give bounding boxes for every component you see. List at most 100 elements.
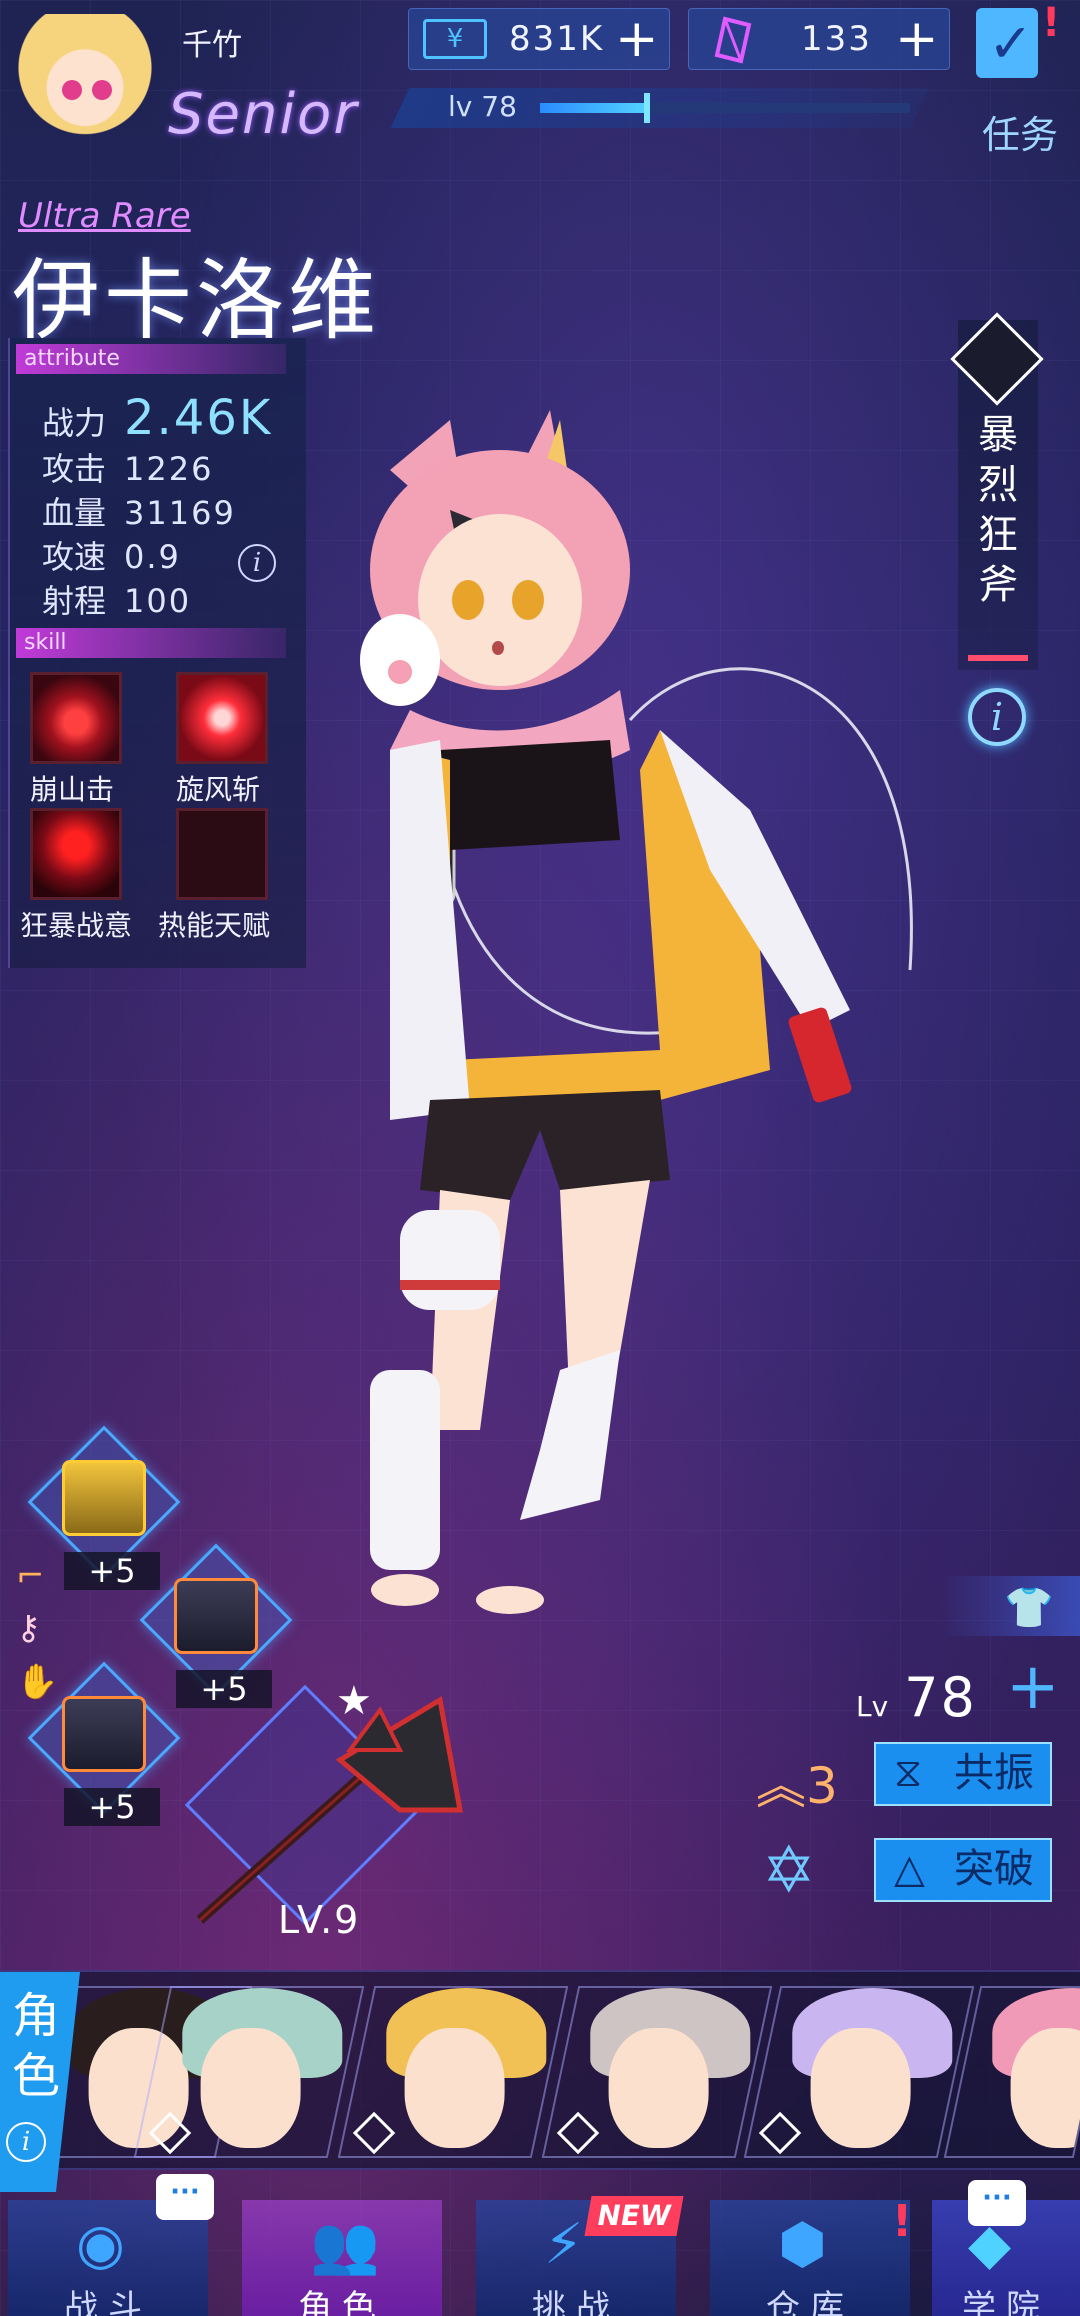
- star-count: 3: [806, 1757, 838, 1815]
- axe-icon: [196, 1695, 463, 1924]
- chat-bubble-icon: ···: [968, 2180, 1026, 2226]
- player-rank: Senior: [168, 82, 359, 147]
- skill-icon: [176, 808, 268, 900]
- skill-item[interactable]: 崩山击: [30, 672, 126, 808]
- crystal-icon: [714, 16, 752, 64]
- character-illustration: [360, 410, 913, 1614]
- skill-label: 热能天赋: [158, 909, 271, 942]
- add-gold-button[interactable]: +: [615, 11, 659, 67]
- roster-portrait[interactable]: [541, 1986, 773, 2158]
- power-value: 2.46K: [124, 390, 273, 446]
- skill-icon: [176, 672, 268, 764]
- boots-icon: ⌐: [16, 1556, 45, 1596]
- triangle-icon: △: [894, 1846, 925, 1892]
- chat-bubble-icon: ···: [156, 2174, 214, 2220]
- new-badge: NEW: [584, 2196, 684, 2236]
- star-rank: ︽3: [756, 1746, 838, 1818]
- shirt-icon: 👕: [1004, 1585, 1054, 1631]
- skill-label: 狂暴战意: [20, 909, 133, 942]
- attr-value: 31169: [124, 494, 236, 532]
- attack-row: 攻击 1226: [42, 444, 213, 490]
- level-value: 78: [904, 1666, 977, 1729]
- gem-amount: 133: [801, 19, 872, 59]
- roster-tab[interactable]: 角色 i: [0, 1972, 80, 2192]
- roster-portrait[interactable]: [743, 1986, 975, 2158]
- skill-item[interactable]: 狂暴战意: [20, 808, 132, 944]
- attack-speed-row: 攻速 0.9: [42, 532, 181, 578]
- portrait-face: [810, 2028, 911, 2148]
- power-row: 战力 2.46K: [42, 390, 272, 446]
- nav-label: 学院: [962, 2288, 1050, 2316]
- exp-progress-bar: [540, 103, 910, 113]
- top-bar: 千竹 Senior lv 78 ¥ 831K + 133 + ✓ ! 任务: [0, 0, 1080, 180]
- skill-label: 旋风斩: [176, 773, 261, 806]
- attribute-info-icon[interactable]: i: [238, 544, 276, 582]
- warehouse-alert-badge: !: [892, 2196, 913, 2247]
- attr-value: 1226: [124, 450, 214, 488]
- skill-section-label: skill: [16, 628, 286, 658]
- class-icon: [148, 2111, 192, 2155]
- portrait-face: [1010, 2028, 1080, 2148]
- breakthrough-button[interactable]: △ 突破: [874, 1838, 1052, 1902]
- skill-item[interactable]: 旋风斩: [176, 672, 272, 808]
- globe-icon: ◉: [76, 2212, 125, 2277]
- box-icon: ⬢: [778, 2212, 827, 2277]
- avatar-eye: [92, 80, 112, 100]
- attr-label: 血量: [42, 494, 107, 532]
- attr-label: 攻击: [42, 450, 107, 488]
- skill-item[interactable]: 热能天赋: [158, 808, 272, 944]
- double-chevron-icon: ︽: [756, 1757, 806, 1815]
- gold-amount: 831K: [509, 19, 605, 59]
- weapon-skill-emblem-icon: [950, 312, 1044, 406]
- power-label: 战力: [42, 404, 107, 442]
- gem-currency: 133 +: [688, 8, 950, 70]
- hexagram-icon: ✡: [762, 1834, 816, 1908]
- range-row: 射程 100: [42, 576, 191, 622]
- roster-tab-label: 角色: [12, 1988, 61, 2104]
- skill-icon: [30, 808, 122, 900]
- key-icon: ⚷: [16, 1608, 41, 1648]
- weapon-level: LV.9: [278, 1898, 361, 1942]
- player-level: lv 78: [448, 90, 517, 123]
- add-gem-button[interactable]: +: [895, 11, 939, 67]
- roster-portrait[interactable]: [337, 1986, 569, 2158]
- nav-label: 角色: [298, 2288, 386, 2316]
- armor-icon: [62, 1460, 146, 1536]
- hp-row: 血量 31169: [42, 488, 236, 534]
- money-icon: ¥: [423, 19, 487, 59]
- skill-label: 崩山击: [30, 773, 115, 806]
- level-prefix: Lv: [856, 1690, 889, 1723]
- level-up-button[interactable]: +: [1006, 1652, 1060, 1722]
- hourglass-icon: ⧖: [894, 1750, 923, 1796]
- lightning-icon: ⚡: [544, 2212, 584, 2277]
- attr-label: 射程: [42, 582, 107, 620]
- nav-character[interactable]: 👥 角色: [242, 2200, 442, 2316]
- resonance-button[interactable]: ⧖ 共振: [874, 1742, 1052, 1806]
- attr-value: 0.9: [124, 538, 181, 576]
- player-avatar[interactable]: [10, 14, 160, 148]
- player-name: 千竹: [182, 28, 242, 63]
- outfit-button[interactable]: 👕: [940, 1576, 1080, 1636]
- weapon-skill-tag[interactable]: 暴烈狂斧: [950, 312, 1044, 670]
- resonance-label: 共振: [954, 1750, 1034, 1796]
- character-roster: 角色 i: [0, 1970, 1080, 2192]
- nav-warehouse[interactable]: ⬢ 仓库: [710, 2200, 910, 2316]
- character-level: Lv 78: [856, 1666, 977, 1729]
- portrait-face: [404, 2028, 505, 2148]
- roster-portrait[interactable]: [133, 1986, 365, 2158]
- portrait-face: [608, 2028, 709, 2148]
- weapon-skill-info-icon[interactable]: i: [968, 688, 1026, 746]
- class-icon: [556, 2111, 600, 2155]
- nav-label: 战斗: [64, 2288, 152, 2316]
- portrait-face: [200, 2028, 301, 2148]
- roster-info-icon[interactable]: i: [6, 2122, 46, 2162]
- task-button[interactable]: ✓ ! 任务: [970, 0, 1080, 157]
- breakthrough-label: 突破: [954, 1846, 1034, 1892]
- attr-label: 攻速: [42, 538, 107, 576]
- armor-icon: [62, 1696, 146, 1772]
- nav-label: 仓库: [766, 2288, 854, 2316]
- task-alert-badge: !: [1042, 0, 1061, 46]
- checkmark-icon: ✓: [988, 12, 1034, 75]
- glove-icon: ✋: [16, 1662, 59, 1702]
- avatar-eye: [62, 80, 82, 100]
